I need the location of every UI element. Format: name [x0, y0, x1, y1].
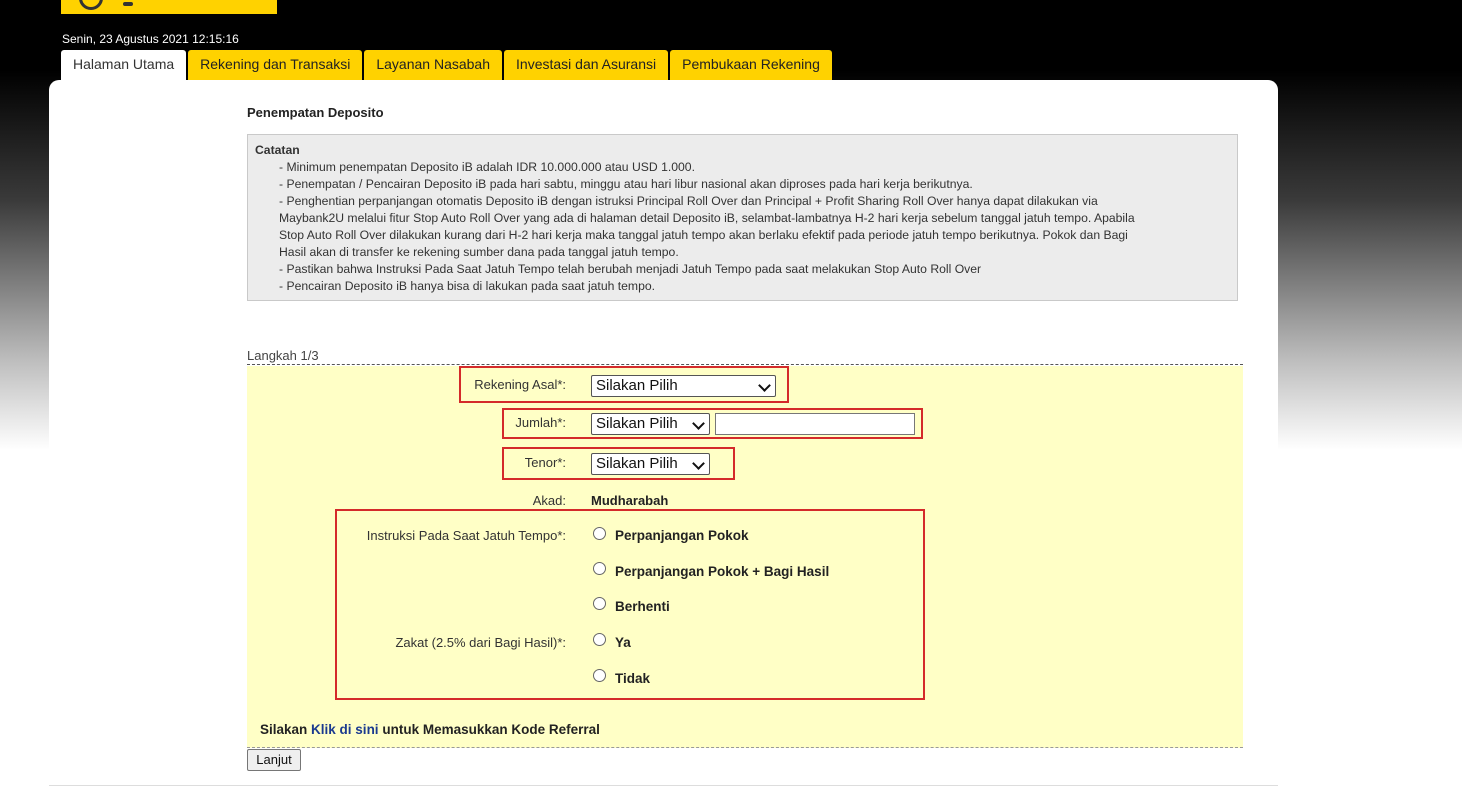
- radio-perpanjangan-pokok[interactable]: [593, 527, 606, 540]
- page-title: Penempatan Deposito: [247, 105, 384, 120]
- tab-layanan-nasabah[interactable]: Layanan Nasabah: [364, 50, 503, 80]
- chevron-down-icon: [692, 417, 705, 430]
- note-line: Stop Auto Roll Over dilakukan kurang dar…: [279, 228, 1128, 242]
- tab-pembukaan-rekening[interactable]: Pembukaan Rekening: [670, 50, 832, 80]
- session-datetime: Senin, 23 Agustus 2021 12:15:16: [62, 32, 239, 46]
- radio-label-berhenti: Berhenti: [615, 599, 670, 614]
- radio-label-perpanjangan-pokok-bagi-hasil: Perpanjangan Pokok + Bagi Hasil: [615, 564, 830, 579]
- instruksi-label: Instruksi Pada Saat Jatuh Tempo*:: [366, 528, 566, 543]
- tab-halaman-utama[interactable]: Halaman Utama: [61, 50, 187, 80]
- notes-box: Catatan - Minimum penempatan Deposito iB…: [247, 134, 1238, 301]
- note-line: - Penempatan / Pencairan Deposito iB pad…: [279, 177, 973, 191]
- radio-zakat-ya[interactable]: [593, 633, 606, 646]
- logo-mark-icon: [79, 0, 103, 10]
- jumlah-currency-select[interactable]: Silakan Pilih: [591, 413, 710, 435]
- tenor-select[interactable]: Silakan Pilih: [591, 453, 710, 475]
- rekening-asal-label: Rekening Asal*:: [474, 377, 566, 392]
- radio-berhenti[interactable]: [593, 597, 606, 610]
- radio-zakat-tidak[interactable]: [593, 669, 606, 682]
- bank-logo: [61, 0, 277, 14]
- note-line: - Pencairan Deposito iB hanya bisa di la…: [279, 279, 656, 293]
- step-divider: [247, 364, 1243, 365]
- chevron-down-icon: [758, 379, 771, 392]
- chevron-down-icon: [692, 457, 705, 470]
- form-bottom-divider: [247, 747, 1243, 748]
- zakat-label: Zakat (2.5% dari Bagi Hasil)*:: [395, 635, 566, 650]
- main-tabs: Halaman Utama Rekening dan Transaksi Lay…: [61, 50, 832, 80]
- radio-label-zakat-tidak: Tidak: [615, 671, 651, 686]
- akad-value: Mudharabah: [591, 493, 669, 508]
- note-line: Hasil akan di transfer ke rekening sumbe…: [279, 245, 679, 259]
- rekening-asal-select[interactable]: Silakan Pilih: [591, 375, 776, 397]
- panel-bottom-divider: [49, 785, 1278, 786]
- rekening-asal-value: Silakan Pilih: [596, 377, 678, 394]
- referral-prefix: Silakan: [260, 722, 308, 737]
- tab-investasi-dan-asuransi[interactable]: Investasi dan Asuransi: [504, 50, 669, 80]
- note-line: - Pastikan bahwa Instruksi Pada Saat Jat…: [279, 262, 982, 276]
- jumlah-amount-input[interactable]: [715, 413, 915, 435]
- radio-label-zakat-ya: Ya: [615, 635, 631, 650]
- notes-title: Catatan: [255, 143, 300, 157]
- step-indicator: Langkah 1/3: [247, 348, 319, 363]
- logo-dash-icon: [123, 2, 133, 6]
- note-line: - Minimum penempatan Deposito iB adalah …: [279, 160, 695, 174]
- tenor-value: Silakan Pilih: [596, 455, 678, 472]
- radio-perpanjangan-pokok-bagi-hasil[interactable]: [593, 562, 606, 575]
- tab-rekening-dan-transaksi[interactable]: Rekening dan Transaksi: [188, 50, 363, 80]
- referral-suffix: untuk Memasukkan Kode Referral: [382, 722, 600, 737]
- lanjut-button[interactable]: Lanjut: [247, 749, 301, 771]
- jumlah-label: Jumlah*:: [515, 415, 566, 430]
- note-line: - Penghentian perpanjangan otomatis Depo…: [279, 194, 1098, 208]
- radio-label-perpanjangan-pokok: Perpanjangan Pokok: [615, 528, 749, 543]
- referral-text: Silakan Klik di sini untuk Memasukkan Ko…: [260, 722, 600, 737]
- referral-link[interactable]: Klik di sini: [311, 722, 379, 737]
- tenor-label: Tenor*:: [524, 455, 566, 470]
- jumlah-currency-value: Silakan Pilih: [596, 415, 678, 432]
- akad-label: Akad:: [532, 493, 566, 508]
- note-line: Maybank2U melalui fitur Stop Auto Roll O…: [279, 211, 1135, 225]
